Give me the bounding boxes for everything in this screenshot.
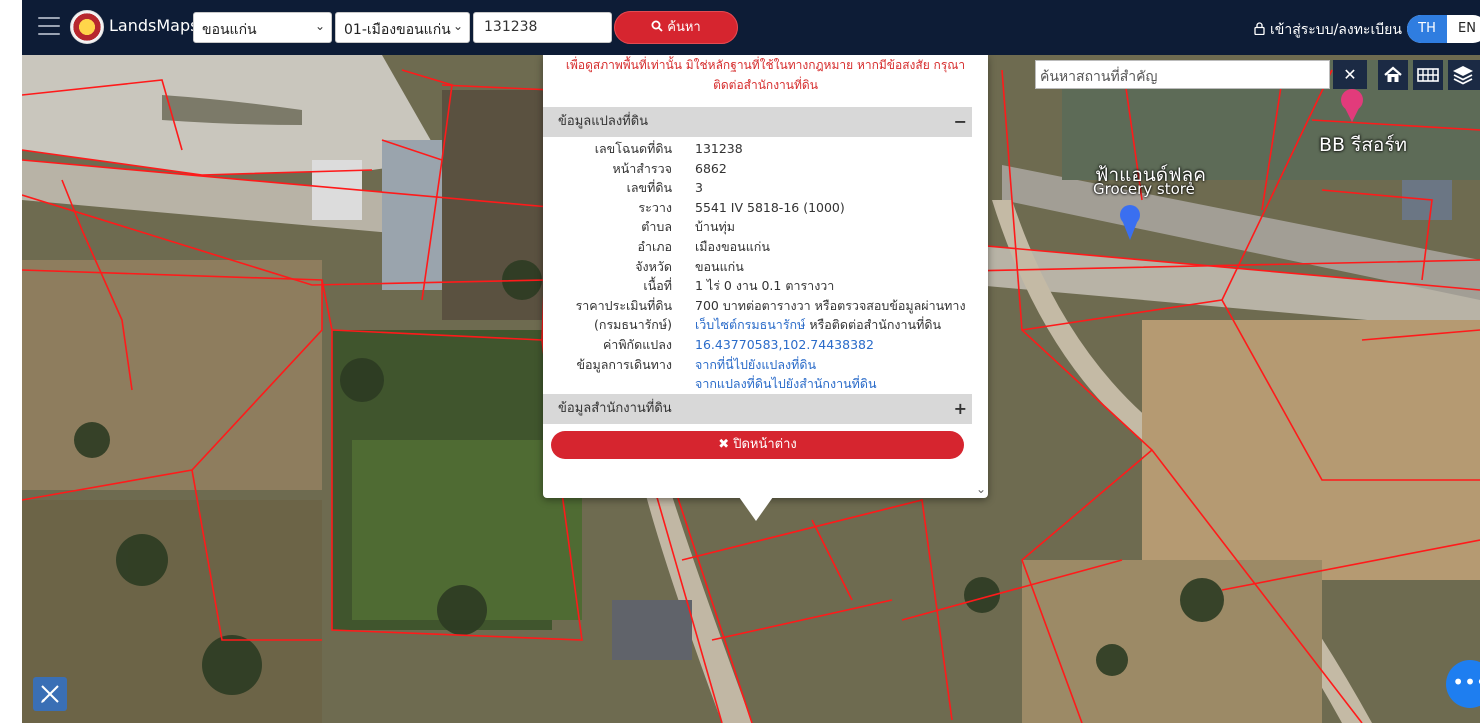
hamburger-menu-icon[interactable] [38,17,60,35]
district-select[interactable]: 01-เมืองขอนแก่น ⌄ [335,12,470,43]
info-key: ข้อมูลการเดินทาง [576,356,672,372]
info-key: เลขที่ดิน [626,180,672,196]
info-value: เว็บไซต์กรมธนารักษ์ หรือติดต่อสำนักงานที… [695,315,941,335]
info-row: เลขที่ดิน 3 [543,178,972,198]
info-row: ข้อมูลการเดินทาง จากที่นี่ไปยังแปลงที่ดิ… [543,355,972,375]
poi-label-resort[interactable]: BB รีสอร์ท [1319,130,1407,160]
brand-name: LandsMaps [109,16,199,35]
grid-icon [1417,68,1439,82]
home-icon [1384,66,1402,82]
info-key: เลขโฉนดที่ดิน [594,141,672,156]
more-icon: ••• [1452,670,1480,694]
scroll-down-icon[interactable]: ⌄ [976,482,986,496]
directions-to-parcel-link[interactable]: จากที่นี่ไปยังแปลงที่ดิน [695,355,816,375]
info-row: หน้าสำรวจ 6862 [543,159,972,179]
disclaimer-line-2: ติดต่อสำนักงานที่ดิน [713,78,818,92]
layers-button[interactable] [1448,60,1480,90]
home-button[interactable] [1378,60,1408,90]
close-window-button[interactable]: ✖ ปิดหน้าต่าง [551,431,964,459]
poi-label-grocery-sub[interactable]: Grocery store [1093,180,1195,198]
layers-icon [1453,66,1473,85]
popup-pointer [739,497,773,521]
info-key: เนื้อที่ [643,278,672,294]
landsmaps-logo [70,10,104,44]
info-value: 3 [695,180,703,196]
lang-th-button[interactable]: TH [1407,15,1447,43]
collapse-icon[interactable]: − [954,107,967,137]
treasury-website-link[interactable]: เว็บไซต์กรมธนารักษ์ [695,317,805,332]
directions-to-office-link[interactable]: จากแปลงที่ดินไปยังสำนักงานที่ดิน [695,374,877,394]
info-value: 6862 [695,160,727,176]
info-key: ตำบล [641,219,672,235]
info-value: 1 ไร่ 0 งาน 0.1 ตารางวา [695,278,835,294]
chevron-down-icon: ⌄ [314,19,325,33]
info-value: 5541 IV 5818-16 (1000) [695,199,845,215]
info-key: ค่าพิกัดแปลง [602,337,672,352]
parcel-info-section-title: ข้อมูลแปลงที่ดิน [558,114,649,129]
disclaimer-line-1: เพื่อดูสภาพพื้นที่เท่านั้น มิใช่หลักฐานท… [565,58,966,72]
info-row: เลขโฉนดที่ดิน 131238 [543,139,972,159]
place-search-clear-button[interactable]: ✕ [1333,60,1367,89]
chevron-down-icon: ⌄ [452,19,463,33]
district-select-value: 01-เมืองขอนแก่น [344,22,451,38]
expand-icon[interactable]: + [954,394,967,424]
login-label: เข้าสู่ระบบ/ลงทะเบียน [1270,22,1402,38]
info-value: เมืองขอนแก่น [695,239,770,254]
info-key: อำเภอ [637,239,672,254]
info-value: ขอนแก่น [695,258,744,274]
login-link[interactable]: เข้าสู่ระบบ/ลงทะเบียน [1254,19,1402,41]
info-row: จากแปลงที่ดินไปยังสำนักงานที่ดิน [543,374,972,394]
place-search-input[interactable]: ค้นหาสถานที่สำคัญ [1035,60,1330,89]
parcel-info-popup: เพื่อดูสภาพพื้นที่เท่านั้น มิใช่หลักฐานท… [543,55,988,498]
info-key: หน้าสำรวจ [612,160,672,176]
land-office-section-title: ข้อมูลสำนักงานที่ดิน [558,401,672,416]
search-icon [651,20,663,32]
grid-button[interactable] [1413,60,1443,90]
info-row: (กรมธนารักษ์) เว็บไซต์กรมธนารักษ์ หรือติ… [543,315,972,335]
info-value-suffix: หรือติดต่อสำนักงานที่ดิน [805,317,941,333]
parcel-number-input[interactable]: 131238 [473,12,612,43]
search-button-label: ค้นหา [667,20,701,35]
info-row: เนื้อที่ 1 ไร่ 0 งาน 0.1 ตารางวา [543,276,972,296]
province-select[interactable]: ขอนแก่น ⌄ [193,12,332,43]
info-row: ระวาง 5541 IV 5818-16 (1000) [543,198,972,218]
info-row: ค่าพิกัดแปลง 16.43770583,102.74438382 [543,335,972,355]
info-row: ราคาประเมินที่ดิน 700 บาทต่อตารางวา หรือ… [543,296,972,316]
measure-tool-button[interactable] [33,677,67,711]
info-value: 131238 [695,141,743,156]
lang-en-button[interactable]: EN [1447,15,1480,43]
land-office-section-header[interactable]: ข้อมูลสำนักงานที่ดิน + [543,394,972,424]
map-viewport[interactable]: BB รีสอร์ท ฟ้าแอนด์ฟลุค Grocery store La… [22,0,1480,723]
province-select-value: ขอนแก่น [202,22,257,38]
top-navbar: LandsMaps ขอนแก่น ⌄ 01-เมืองขอนแก่น ⌄ 13… [22,0,1480,55]
lock-icon [1254,22,1265,36]
info-row: ตำบล บ้านทุ่ม [543,217,972,237]
language-toggle: TH EN [1407,15,1480,43]
parcel-info-section-header[interactable]: ข้อมูลแปลงที่ดิน − [543,107,972,137]
info-value: บ้านทุ่ม [695,219,735,235]
info-row: อำเภอ เมืองขอนแก่น [543,237,972,257]
info-key: (กรมธนารักษ์) [594,317,672,333]
info-key: ราคาประเมินที่ดิน [575,297,672,313]
ruler-pencil-icon [41,685,59,703]
info-key: ระวาง [638,199,672,215]
coordinates-link[interactable]: 16.43770583,102.74438382 [695,335,874,355]
info-key: จังหวัด [635,258,672,274]
info-row: จังหวัด ขอนแก่น [543,257,972,277]
info-value: 700 บาทต่อตารางวา หรือตรวจสอบข้อมูลผ่านท… [695,297,966,313]
search-button[interactable]: ค้นหา [614,11,738,44]
disclaimer-notice: เพื่อดูสภาพพื้นที่เท่านั้น มิใช่หลักฐานท… [543,55,988,95]
